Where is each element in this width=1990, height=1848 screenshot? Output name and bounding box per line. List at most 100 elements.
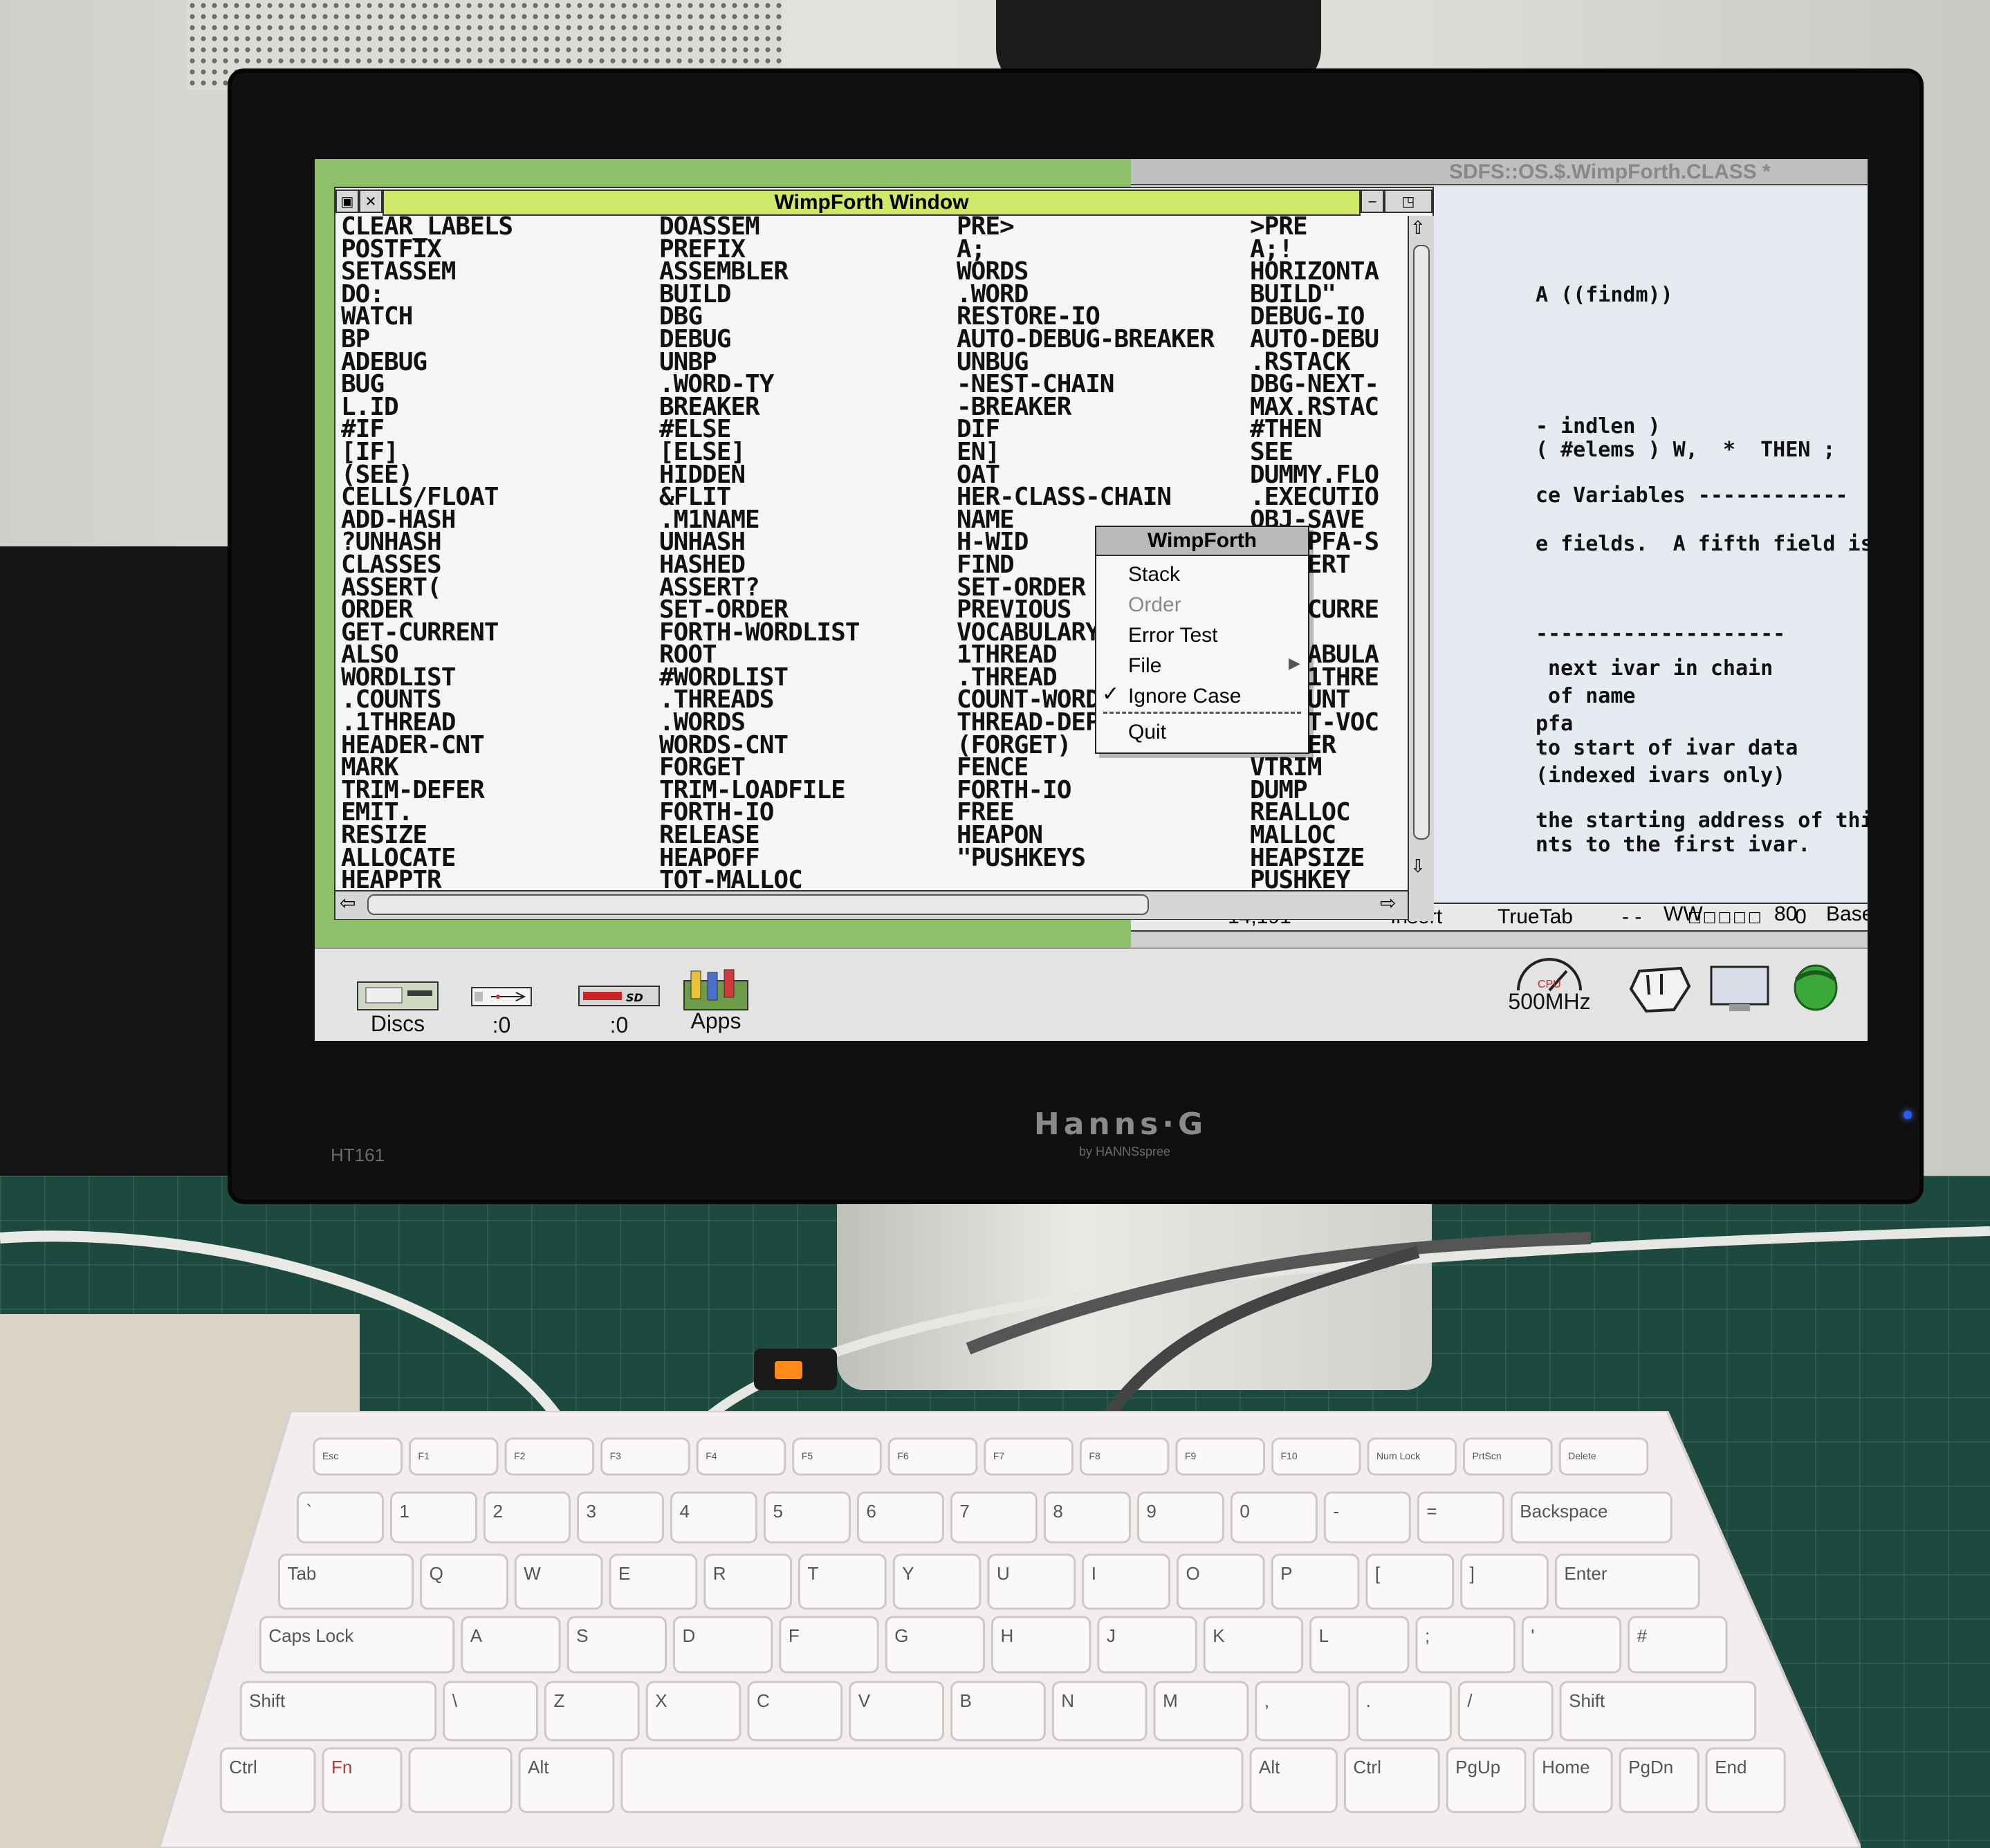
riscos-desktop: SDFS::OS.$.WimpForth.CLASS * A ((findm))…	[315, 159, 1868, 1041]
wimpforth-titlebar[interactable]: ▣ ✕ WimpForth Window – ◳	[335, 188, 1432, 216]
key-label: X	[655, 1690, 667, 1711]
editor-text[interactable]: A ((findm)) - indlen ) ( #elems ) W, * T…	[1536, 201, 1868, 892]
vertical-scroll-thumb[interactable]	[1413, 245, 1430, 840]
key-label: F5	[802, 1450, 813, 1461]
key[interactable]	[1415, 1616, 1515, 1674]
svg-text:SD: SD	[626, 991, 643, 1004]
apps-icon[interactable]	[681, 968, 750, 1013]
key-label: F7	[993, 1450, 1005, 1461]
scroll-up-icon[interactable]: ⇧	[1410, 217, 1426, 239]
task-manager-icon[interactable]	[1625, 961, 1695, 1017]
editor-line: --------------------	[1536, 622, 1786, 646]
key-label: F1	[418, 1450, 430, 1461]
key-label: F3	[610, 1450, 622, 1461]
toggle-size-icon[interactable]: ◳	[1384, 190, 1432, 213]
key-label: W	[524, 1563, 541, 1584]
scroll-down-icon[interactable]: ⇩	[1410, 856, 1426, 877]
key-label: ,	[1264, 1690, 1269, 1711]
key-label: U	[997, 1563, 1010, 1584]
key-label: B	[960, 1690, 972, 1711]
key-label: PgUp	[1455, 1757, 1500, 1777]
window-title[interactable]: WimpForth Window	[383, 190, 1361, 216]
key[interactable]	[620, 1747, 1244, 1813]
key-label: ;	[1425, 1625, 1430, 1646]
key-label: F6	[897, 1450, 909, 1461]
key-label: Shift	[249, 1690, 286, 1711]
key-label: Caps Lock	[268, 1625, 354, 1646]
key-label: 4	[679, 1501, 689, 1522]
wimpforth-menu[interactable]: WimpForth Stack Order Error Test File ▶ …	[1095, 526, 1309, 754]
key-label: J	[1107, 1625, 1116, 1646]
key[interactable]	[1521, 1616, 1622, 1674]
key-label: F4	[706, 1450, 717, 1461]
horizontal-scrollbar[interactable]: ⇦ ⇨	[335, 890, 1408, 919]
key-label: 2	[492, 1501, 502, 1522]
key-label: F10	[1281, 1450, 1298, 1461]
word-column: CLEAR_LABELS POSTFIX SETASSEM DO: WATCH BP ADE…	[341, 216, 513, 890]
key-label: [	[1375, 1563, 1381, 1584]
sd-card-label[interactable]: :0	[578, 1013, 661, 1038]
key-label: 6	[866, 1501, 876, 1522]
status-width: 80	[1774, 903, 1798, 925]
usb-drive-label[interactable]: :0	[470, 1013, 533, 1038]
apps-label[interactable]: Apps	[681, 1008, 750, 1034]
raspberry-pi-keyboard: Esc F1 F2 F3 F4 F5 F6 F7 F8 F9 F10 Num Lock PrtScn De…	[159, 1411, 1861, 1848]
menu-item-stack[interactable]: Stack	[1128, 563, 1180, 586]
key-label: PgDn	[1628, 1757, 1673, 1777]
key-label: Enter	[1564, 1563, 1607, 1584]
key[interactable]	[1255, 1681, 1351, 1741]
menu-item-order[interactable]: Order	[1128, 593, 1181, 617]
key[interactable]	[408, 1747, 513, 1813]
scroll-left-icon[interactable]: ⇦	[340, 891, 356, 914]
key-label: Num Lock	[1376, 1450, 1421, 1461]
menu-item-error-test[interactable]: Error Test	[1128, 624, 1217, 647]
key-label: Ctrl	[1353, 1757, 1381, 1777]
discs-label[interactable]: Discs	[356, 1011, 439, 1037]
editor-line: nts to the first ivar.	[1536, 833, 1811, 857]
key-label: D	[682, 1625, 695, 1646]
scroll-right-icon[interactable]: ⇨	[1380, 891, 1396, 914]
cpu-speed-label[interactable]: 500MHz	[1491, 989, 1608, 1015]
status-base: BaseMode	[1826, 903, 1868, 925]
key[interactable]	[1457, 1681, 1554, 1741]
key-label: '	[1531, 1625, 1534, 1646]
menu-item-quit[interactable]: Quit	[1128, 721, 1166, 744]
key-label: A	[470, 1625, 483, 1646]
key-label: E	[618, 1563, 630, 1584]
key-label: Home	[1542, 1757, 1590, 1777]
horizontal-scroll-thumb[interactable]	[367, 894, 1149, 915]
key-label: K	[1213, 1625, 1225, 1646]
vertical-scrollbar[interactable]: ⇧ ⇩	[1408, 216, 1434, 921]
key-label: F	[789, 1625, 800, 1646]
close-icon[interactable]: ✕	[359, 190, 383, 213]
key-label: C	[757, 1690, 770, 1711]
key-label: I	[1091, 1563, 1096, 1584]
cables	[0, 1226, 1990, 1432]
key-label: Y	[902, 1563, 914, 1584]
editor-title[interactable]: SDFS::OS.$.WimpForth.CLASS *	[1131, 159, 1868, 185]
usb-drive-icon[interactable]	[470, 982, 533, 1010]
back-icon[interactable]: ▣	[335, 190, 359, 213]
key[interactable]	[1356, 1681, 1452, 1741]
key-label: -	[1333, 1501, 1339, 1522]
key-label: M	[1163, 1690, 1178, 1711]
sd-card-icon[interactable]: SD	[578, 982, 661, 1010]
menu-separator	[1103, 712, 1301, 714]
editor-line: - indlen )	[1536, 414, 1661, 438]
menu-item-file[interactable]: File	[1128, 654, 1161, 678]
discs-icon[interactable]	[356, 978, 439, 1013]
power-led	[1904, 1111, 1912, 1119]
menu-title: WimpForth	[1096, 527, 1308, 556]
iconise-icon[interactable]: –	[1361, 190, 1384, 213]
key[interactable]	[443, 1681, 538, 1741]
acorn-icon[interactable]	[1788, 956, 1843, 1018]
key-label: Tab	[287, 1563, 316, 1584]
key-label: ]	[1470, 1563, 1475, 1584]
menu-item-ignore-case[interactable]: Ignore Case	[1128, 685, 1241, 708]
key-label: G	[894, 1625, 908, 1646]
key-label: Shift	[1569, 1690, 1605, 1711]
display-icon[interactable]	[1708, 964, 1771, 1014]
forth-word: HEAPPTR	[341, 866, 442, 890]
key-label: Z	[553, 1690, 564, 1711]
submenu-arrow-icon: ▶	[1289, 654, 1300, 672]
